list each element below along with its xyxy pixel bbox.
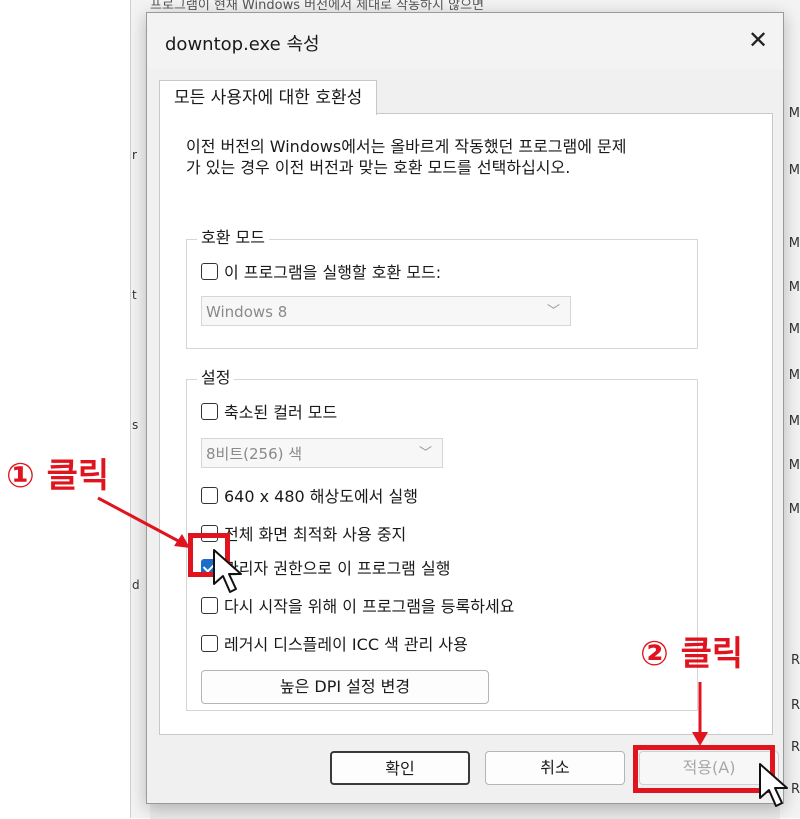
compat-mode-checkbox[interactable] xyxy=(201,262,218,280)
register-restart-checkbox[interactable] xyxy=(201,596,218,614)
reduced-color-row[interactable]: 축소된 컬러 모드 xyxy=(201,398,337,424)
compat-mode-select-value: Windows 8 xyxy=(206,303,288,321)
bg-letter: M xyxy=(788,322,800,337)
bg-letter: s xyxy=(132,418,139,432)
tab-compatibility-all-users[interactable]: 모든 사용자에 대한 호환성 xyxy=(159,80,378,115)
step2-annotation-label: ② 클릭 xyxy=(640,634,744,674)
intro-line-1: 이전 버전의 Windows에서는 올바르게 작동했던 프로그램에 문제 xyxy=(186,137,627,156)
legacy-icc-checkbox[interactable] xyxy=(201,634,218,652)
chevron-down-icon: ﹀ xyxy=(546,304,560,319)
legacy-icc-row[interactable]: 레거시 디스플레이 ICC 색 관리 사용 xyxy=(201,630,468,656)
bg-letter: t xyxy=(132,288,137,302)
step1-arrow xyxy=(97,496,190,548)
compat-mode-group-label: 호환 모드 xyxy=(197,228,269,248)
resolution-640-checkbox[interactable] xyxy=(201,486,218,504)
dialog-title: downtop.exe 속성 xyxy=(165,34,320,55)
register-restart-label: 다시 시작을 위해 이 프로그램을 등록하세요 xyxy=(224,597,515,616)
close-icon: ✕ xyxy=(747,26,769,54)
background-right-strip: M M M M M M M M M R R R R xyxy=(782,18,800,818)
bg-letter: R xyxy=(790,740,800,755)
intro-line-2: 가 있는 경우 이전 버전과 맞는 호환 모드를 선택하십시오. xyxy=(186,158,571,177)
color-depth-select-value: 8비트(256) 색 xyxy=(206,445,303,463)
cancel-button[interactable]: 취소 xyxy=(485,751,625,785)
legacy-icc-label: 레거시 디스플레이 ICC 색 관리 사용 xyxy=(224,635,468,654)
bg-letter: M xyxy=(788,414,800,429)
resolution-640-label: 640 x 480 해상도에서 실행 xyxy=(224,487,418,506)
intro-text: 이전 버전의 Windows에서는 올바르게 작동했던 프로그램에 문제 가 있… xyxy=(186,136,746,178)
bg-letter: r xyxy=(132,148,137,162)
mouse-cursor-icon xyxy=(759,763,788,807)
bg-letter: M xyxy=(788,106,800,121)
compat-mode-group: 호환 모드 이 프로그램을 실행할 호환 모드: Windows 8 ﹀ xyxy=(186,228,698,349)
bg-letter: M xyxy=(788,236,800,251)
compat-mode-select[interactable]: Windows 8 ﹀ xyxy=(201,296,571,326)
bg-letter: M xyxy=(788,458,800,473)
high-dpi-settings-button[interactable]: 높은 DPI 설정 변경 xyxy=(201,670,489,704)
dialog-titlebar: downtop.exe 속성 ✕ xyxy=(147,13,783,69)
bg-letter: M xyxy=(788,163,800,178)
bg-letter: d xyxy=(132,578,140,592)
fullscreen-opt-label: 전체 화면 최적화 사용 중지 xyxy=(224,525,407,544)
close-button[interactable]: ✕ xyxy=(743,25,773,55)
chevron-down-icon: ﹀ xyxy=(418,446,432,461)
reduced-color-label: 축소된 컬러 모드 xyxy=(224,403,338,422)
background-title: 프로그램이 현재 Windows 버전에서 제대로 작동하지 않으면 xyxy=(150,0,484,12)
step2-highlight-box xyxy=(633,745,775,793)
resolution-640-row[interactable]: 640 x 480 해상도에서 실행 xyxy=(201,482,418,508)
reduced-color-checkbox[interactable] xyxy=(201,402,218,420)
settings-group: 설정 축소된 컬러 모드 8비트(256) 색 ﹀ 640 x 480 해상도에… xyxy=(186,368,698,711)
run-as-admin-label: 관리자 권한으로 이 프로그램 실행 xyxy=(224,559,451,578)
bg-letter: M xyxy=(788,368,800,383)
color-depth-select[interactable]: 8비트(256) 색 ﹀ xyxy=(201,438,443,468)
mouse-cursor-icon xyxy=(213,549,242,593)
register-restart-row[interactable]: 다시 시작을 위해 이 프로그램을 등록하세요 xyxy=(201,592,514,618)
step2-arrow xyxy=(692,682,708,746)
compat-mode-checkbox-label: 이 프로그램을 실행할 호환 모드: xyxy=(224,263,442,282)
bg-letter: R xyxy=(790,653,800,668)
bg-letter: M xyxy=(788,280,800,295)
compat-mode-checkbox-row[interactable]: 이 프로그램을 실행할 호환 모드: xyxy=(201,258,441,284)
settings-group-label: 설정 xyxy=(197,368,235,388)
fullscreen-opt-row[interactable]: 전체 화면 최적화 사용 중지 xyxy=(201,520,406,546)
bg-letter: R xyxy=(790,698,800,713)
ok-button[interactable]: 확인 xyxy=(330,751,470,785)
bg-letter: M xyxy=(788,502,800,517)
